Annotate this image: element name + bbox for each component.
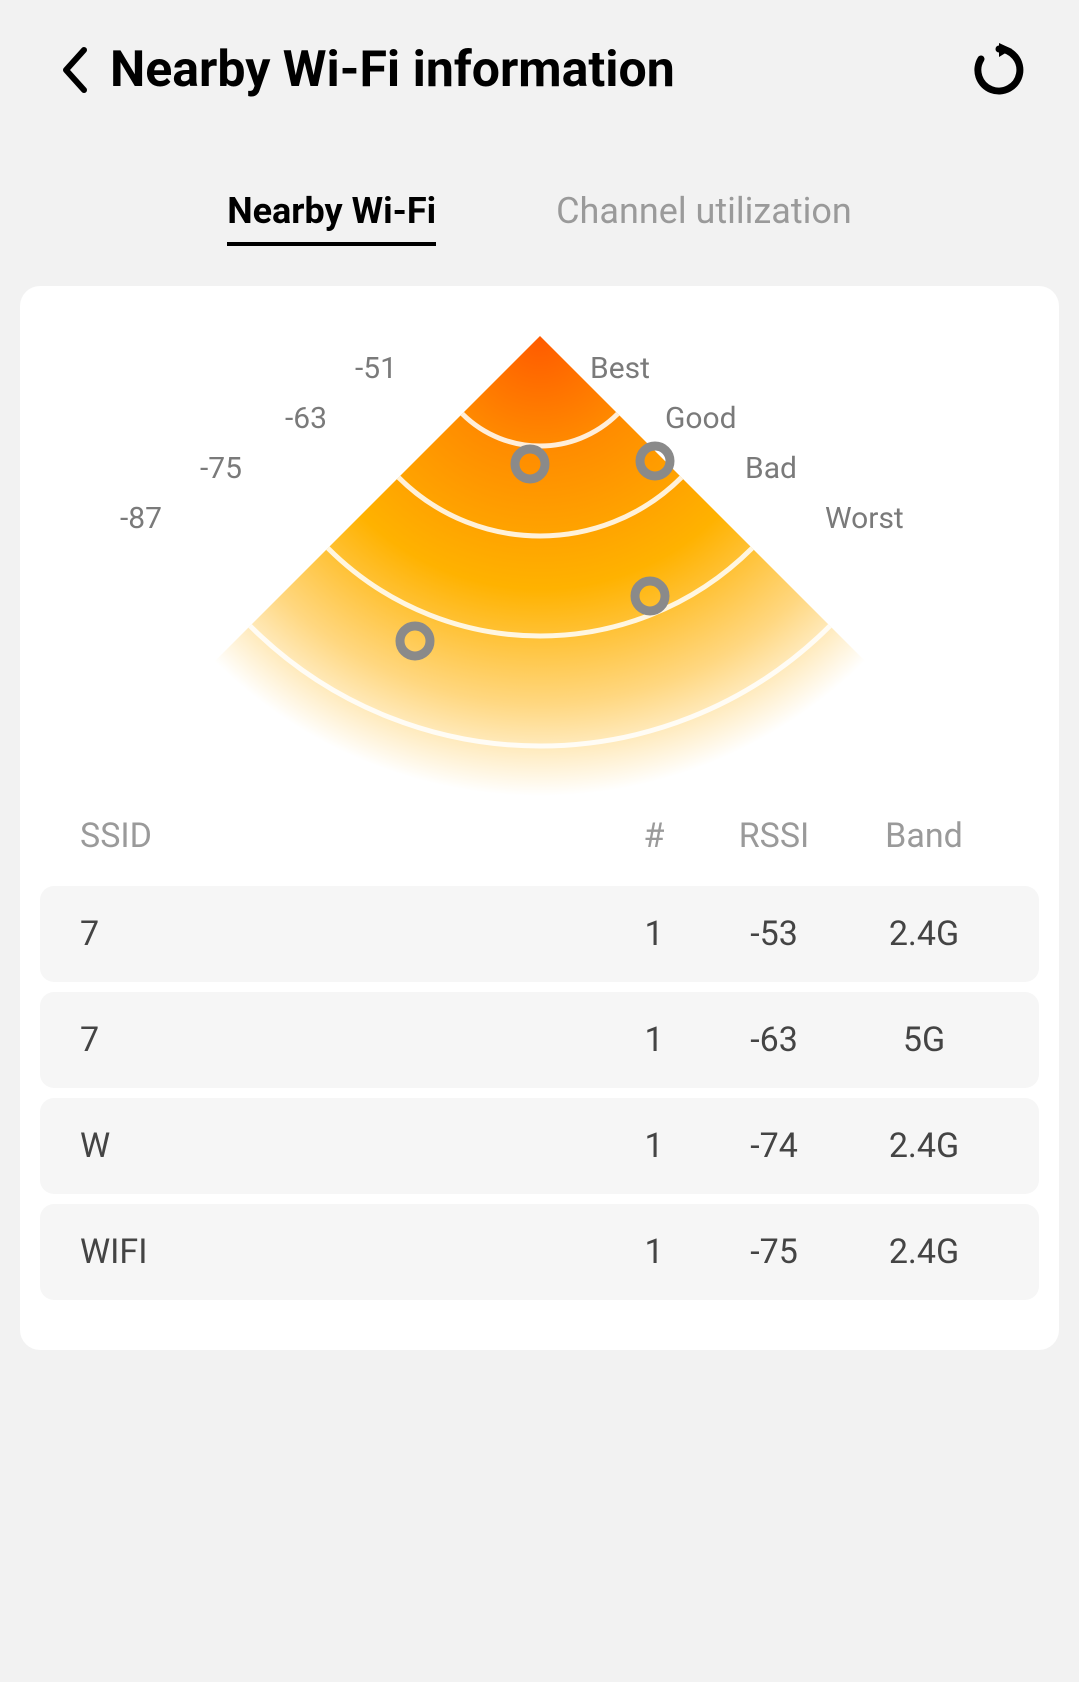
table-row[interactable]: W 1 -74 2.4G (40, 1098, 1039, 1194)
col-ssid: SSID (80, 816, 609, 856)
cell-count: 1 (609, 914, 699, 954)
table-row[interactable]: WIFI 1 -75 2.4G (40, 1204, 1039, 1300)
gauge-tick: -87 (120, 501, 162, 536)
cell-band: 2.4G (849, 1232, 999, 1272)
cell-count: 1 (609, 1020, 699, 1060)
refresh-button[interactable] (969, 40, 1029, 100)
cell-band: 2.4G (849, 1126, 999, 1166)
refresh-icon (972, 43, 1026, 97)
back-button[interactable] (50, 45, 100, 95)
table-row[interactable]: 7 1 -53 2.4G (40, 886, 1039, 982)
cell-band: 5G (849, 1020, 999, 1060)
cell-rssi: -75 (699, 1232, 849, 1272)
tab-bar: Nearby Wi-Fi Channel utilization (0, 190, 1079, 246)
table-header: SSID # RSSI Band (20, 796, 1059, 876)
tab-nearby-wifi[interactable]: Nearby Wi-Fi (227, 190, 436, 246)
cell-rssi: -74 (699, 1126, 849, 1166)
cell-rssi: -53 (699, 914, 849, 954)
gauge-quality: Best (590, 351, 650, 386)
col-count: # (609, 816, 699, 856)
chevron-left-icon (60, 46, 90, 94)
cell-band: 2.4G (849, 914, 999, 954)
cell-count: 1 (609, 1232, 699, 1272)
cell-ssid: 7 (80, 914, 609, 954)
gauge-tick: -63 (285, 401, 327, 436)
content-card: -51 -63 -75 -87 Best Good Bad Worst SSID… (20, 286, 1059, 1350)
col-band: Band (849, 816, 999, 856)
gauge-quality: Bad (745, 451, 797, 486)
table-row[interactable]: 7 1 -63 5G (40, 992, 1039, 1088)
gauge-quality: Worst (825, 501, 904, 536)
gauge-tick: -75 (200, 451, 242, 486)
cell-count: 1 (609, 1126, 699, 1166)
col-rssi: RSSI (699, 816, 849, 856)
tab-channel-utilization[interactable]: Channel utilization (556, 190, 852, 246)
cell-rssi: -63 (699, 1020, 849, 1060)
page-title: Nearby Wi-Fi information (110, 41, 969, 99)
gauge-tick: -51 (355, 351, 397, 386)
cell-ssid: 7 (80, 1020, 609, 1060)
cell-ssid: W (80, 1126, 609, 1166)
gauge-quality: Good (665, 401, 737, 436)
signal-gauge-chart: -51 -63 -75 -87 Best Good Bad Worst (20, 316, 1059, 796)
cell-ssid: WIFI (80, 1232, 609, 1272)
